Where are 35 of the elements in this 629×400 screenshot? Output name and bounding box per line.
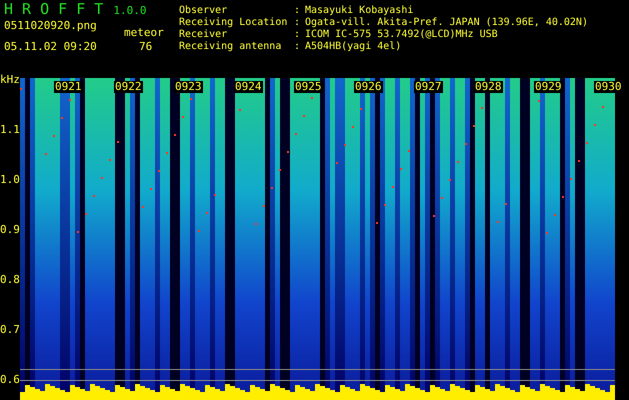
file-name: 0511020920.png <box>4 18 97 34</box>
info-label: Receiver <box>179 29 228 41</box>
axis-label: 1.1 <box>0 124 20 136</box>
time-label: 0928 <box>474 81 502 93</box>
axis-label: 0.9 <box>0 224 20 236</box>
time-label: 0929 <box>534 81 562 93</box>
axis-label: 0.7 <box>0 324 20 336</box>
time-label: 0927 <box>414 81 442 93</box>
time-label: 0922 <box>114 81 142 93</box>
version-label: 1.0.0 <box>113 3 146 19</box>
separator: : <box>294 5 302 17</box>
time-label: 0925 <box>294 81 322 93</box>
info-value: ICOM IC-575 53.7492(@LCD)MHz USB <box>305 29 498 41</box>
meteor-label: meteor <box>124 25 164 41</box>
separator: : <box>294 17 302 29</box>
app-title: H R O F F T <box>4 1 104 17</box>
meteor-count: 76 <box>139 39 152 55</box>
info-label: Observer <box>179 5 228 17</box>
info-value: A504HB(yagi 4el) <box>305 41 402 53</box>
axis-unit: kHz <box>0 74 20 86</box>
separator: : <box>294 29 302 41</box>
axis-label: 0.6 <box>0 374 20 386</box>
axis-label: 0.8 <box>0 274 20 286</box>
info-value: Masayuki Kobayashi <box>305 5 414 17</box>
time-label: 0921 <box>54 81 82 93</box>
info-label: Receiving antenna <box>179 41 282 53</box>
separator: : <box>294 41 302 53</box>
date-time: 05.11.02 09:20 <box>4 39 97 55</box>
info-value: Ogata-vill. Akita-Pref. JAPAN (139.96E, 40.02N) <box>305 17 588 29</box>
time-label: 0924 <box>234 81 262 93</box>
time-label: 0930 <box>594 81 622 93</box>
time-label: 0923 <box>174 81 202 93</box>
info-label: Receiving Location <box>179 17 288 29</box>
time-label: 0926 <box>354 81 382 93</box>
axis-label: 1.0 <box>0 174 20 186</box>
